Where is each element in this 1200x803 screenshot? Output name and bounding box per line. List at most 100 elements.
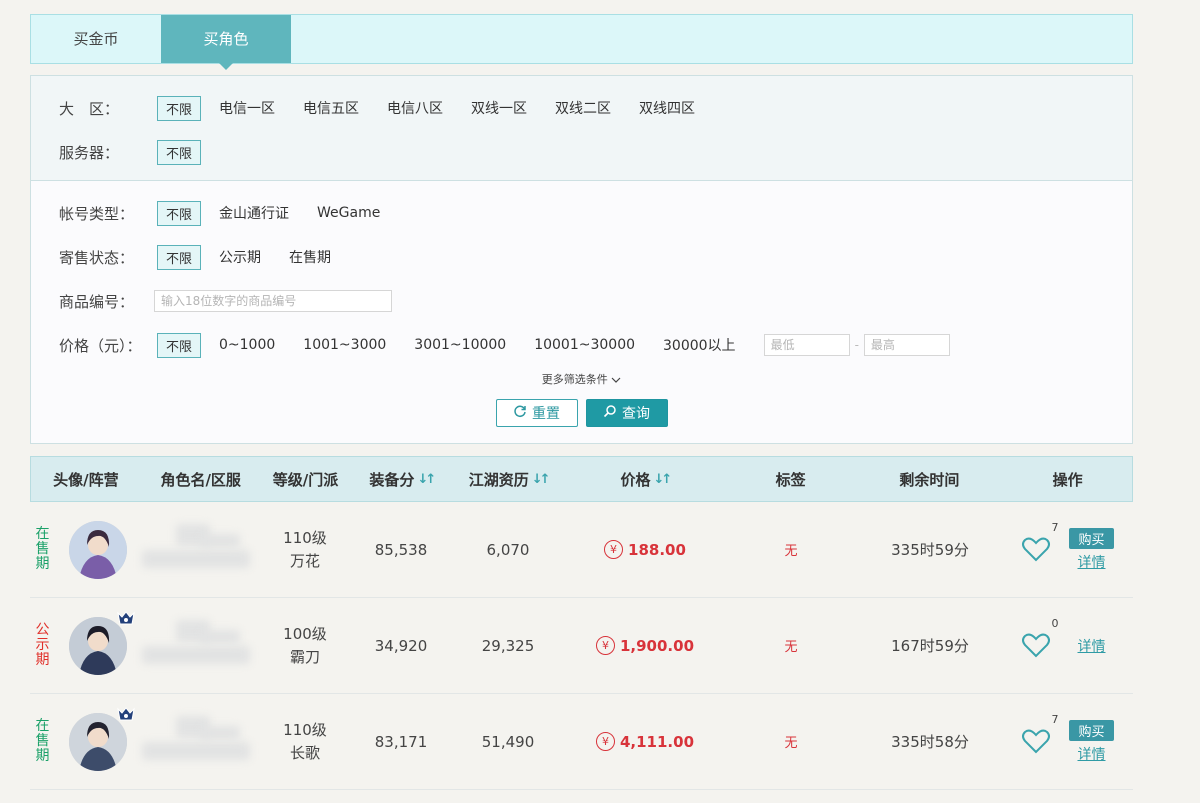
actions-cell: 7 购买 详情 bbox=[1004, 521, 1133, 572]
detail-link[interactable]: 详情 bbox=[1078, 636, 1106, 656]
table-row[interactable]: 在售期 110级 万花 85,538 6,070 ¥ 188.00 无 335时… bbox=[30, 502, 1133, 598]
sale-status: 在售期 bbox=[35, 526, 50, 572]
region-option-unlimited[interactable]: 不限 bbox=[157, 95, 202, 121]
remaining-time: 167时59分 bbox=[891, 637, 969, 655]
sale-status: 公示期 bbox=[35, 622, 50, 668]
tag-cell: 无 bbox=[726, 540, 856, 559]
price-max-input[interactable] bbox=[863, 334, 950, 356]
actions-cell: 7 购买 详情 bbox=[1004, 713, 1133, 764]
avatar[interactable] bbox=[68, 520, 127, 579]
remaining-time: 335时59分 bbox=[891, 541, 969, 559]
region-option[interactable]: 电信一区 bbox=[219, 98, 275, 118]
tab-bar: 买金币 买角色 bbox=[30, 14, 1133, 70]
header-rank[interactable]: 江湖资历 ↓↑ bbox=[452, 469, 564, 490]
header-price[interactable]: 价格 ↓↑ bbox=[564, 469, 726, 490]
price-option[interactable]: 30000以上 bbox=[663, 335, 736, 355]
sort-icon[interactable]: ↓↑ bbox=[532, 472, 551, 487]
role-level: 100级 bbox=[283, 624, 327, 643]
favorite-button[interactable]: 0 bbox=[1021, 617, 1059, 661]
sale-status-option[interactable]: 公示期 bbox=[219, 247, 261, 267]
favorite-button[interactable]: 7 bbox=[1021, 521, 1059, 567]
header-label: 头像/阵营 bbox=[53, 470, 119, 489]
header-label: 等级/门派 bbox=[272, 470, 339, 489]
sale-status-option[interactable]: 在售期 bbox=[289, 247, 331, 267]
detail-link[interactable]: 详情 bbox=[1078, 744, 1106, 764]
region-option[interactable]: 双线四区 bbox=[639, 98, 695, 118]
price-option-unlimited[interactable]: 不限 bbox=[157, 332, 202, 358]
chevron-down-icon bbox=[611, 373, 621, 386]
item-id-input[interactable] bbox=[154, 290, 392, 312]
yen-icon: ¥ bbox=[595, 732, 615, 751]
role-level: 110级 bbox=[283, 720, 327, 739]
filter-label: 服务器： bbox=[59, 143, 120, 162]
region-option[interactable]: 电信五区 bbox=[303, 98, 359, 118]
header-remaining: 剩余时间 bbox=[856, 469, 1004, 490]
favorite-button[interactable]: 7 bbox=[1021, 713, 1059, 757]
role-name-server-blurred bbox=[140, 616, 260, 676]
header-name-server: 角色名/区服 bbox=[141, 469, 261, 490]
table-row[interactable]: 在售期 110级 长歌 83,171 51,490 ¥ 4,111.00 无 3… bbox=[30, 694, 1133, 790]
filter-label: 价格（元）： bbox=[59, 336, 142, 355]
reset-button[interactable]: 重置 bbox=[495, 399, 578, 427]
sale-status-option-unlimited[interactable]: 不限 bbox=[157, 244, 202, 270]
header-gear-score[interactable]: 装备分 ↓↑ bbox=[350, 469, 452, 490]
header-label: 操作 bbox=[1052, 470, 1083, 489]
avatar-cell bbox=[55, 706, 140, 771]
filter-label: 大 区： bbox=[59, 99, 120, 118]
price-value: 4,111.00 bbox=[619, 732, 695, 751]
yen-icon: ¥ bbox=[604, 540, 624, 559]
table-row[interactable]: 公示期 100级 霸刀 34,920 29,325 ¥ 1,900.00 无 1… bbox=[30, 598, 1133, 694]
price-option[interactable]: 3001~10000 bbox=[414, 337, 506, 353]
sort-icon[interactable]: ↓↑ bbox=[653, 472, 672, 487]
region-option[interactable]: 电信八区 bbox=[387, 98, 443, 118]
filter-price-row: 价格（元）： 不限 0~1000 1001~3000 3001~10000 10… bbox=[31, 323, 1132, 367]
reset-label: 重置 bbox=[532, 406, 560, 422]
gear-score: 85,538 bbox=[374, 540, 428, 559]
rank-score: 29,325 bbox=[481, 636, 535, 655]
price-option[interactable]: 10001~30000 bbox=[534, 337, 635, 353]
price-cell: ¥ 4,111.00 bbox=[564, 732, 726, 751]
role-table: 头像/阵营 角色名/区服 等级/门派 装备分 ↓↑ 江湖资历 ↓↑ 价格 ↓↑ 标签 … bbox=[30, 456, 1133, 790]
filter-panel: 大 区： 不限 电信一区 电信五区 电信八区 双线一区 双线二区 双线四区 服务… bbox=[30, 75, 1133, 444]
account-type-option-unlimited[interactable]: 不限 bbox=[157, 200, 202, 226]
tab-buy-gold[interactable]: 买金币 bbox=[31, 15, 161, 63]
header-label: 剩余时间 bbox=[899, 470, 960, 489]
buy-button[interactable]: 购买 bbox=[1069, 719, 1114, 741]
role-level: 110级 bbox=[283, 528, 327, 547]
yen-icon: ¥ bbox=[595, 636, 615, 655]
header-label: 江湖资历 bbox=[468, 470, 529, 489]
buy-button[interactable]: 购买 bbox=[1069, 527, 1114, 549]
filter-region-row: 大 区： 不限 电信一区 电信五区 电信八区 双线一区 双线二区 双线四区 bbox=[31, 86, 1132, 130]
detail-link[interactable]: 详情 bbox=[1078, 552, 1106, 572]
price-option[interactable]: 1001~3000 bbox=[303, 337, 386, 353]
price-min-input[interactable] bbox=[763, 334, 850, 356]
rank-score: 51,490 bbox=[481, 732, 535, 751]
role-school: 霸刀 bbox=[289, 647, 320, 666]
header-label: 价格 bbox=[620, 470, 651, 489]
sort-icon[interactable]: ↓↑ bbox=[417, 472, 436, 487]
more-filters-toggle[interactable]: 更多筛选条件 bbox=[31, 371, 1132, 387]
price-cell: ¥ 1,900.00 bbox=[564, 636, 726, 655]
avatar-cell bbox=[55, 520, 140, 579]
account-type-option[interactable]: WeGame bbox=[317, 205, 380, 221]
more-filters-label: 更多筛选条件 bbox=[541, 373, 608, 386]
server-option-unlimited[interactable]: 不限 bbox=[157, 139, 202, 165]
sale-status: 在售期 bbox=[35, 718, 50, 764]
tag-value: 无 bbox=[784, 736, 798, 751]
role-school: 万花 bbox=[289, 551, 320, 570]
filter-sale-status-row: 寄售状态： 不限 公示期 在售期 bbox=[31, 235, 1132, 279]
gear-score: 83,171 bbox=[374, 732, 428, 751]
tag-cell: 无 bbox=[726, 636, 856, 655]
region-option[interactable]: 双线一区 bbox=[471, 98, 527, 118]
query-button[interactable]: 查询 bbox=[585, 399, 668, 427]
account-type-option[interactable]: 金山通行证 bbox=[219, 203, 289, 223]
table-header: 头像/阵营 角色名/区服 等级/门派 装备分 ↓↑ 江湖资历 ↓↑ 价格 ↓↑ 标签 … bbox=[30, 456, 1133, 502]
price-option[interactable]: 0~1000 bbox=[219, 337, 275, 353]
price-range-separator: - bbox=[854, 338, 859, 352]
tab-buy-role[interactable]: 买角色 bbox=[161, 15, 291, 70]
heart-icon bbox=[1021, 537, 1051, 567]
level-school: 100级 霸刀 bbox=[260, 623, 350, 669]
tag-value: 无 bbox=[784, 544, 798, 559]
favorite-count: 7 bbox=[1051, 520, 1059, 534]
region-option[interactable]: 双线二区 bbox=[555, 98, 611, 118]
